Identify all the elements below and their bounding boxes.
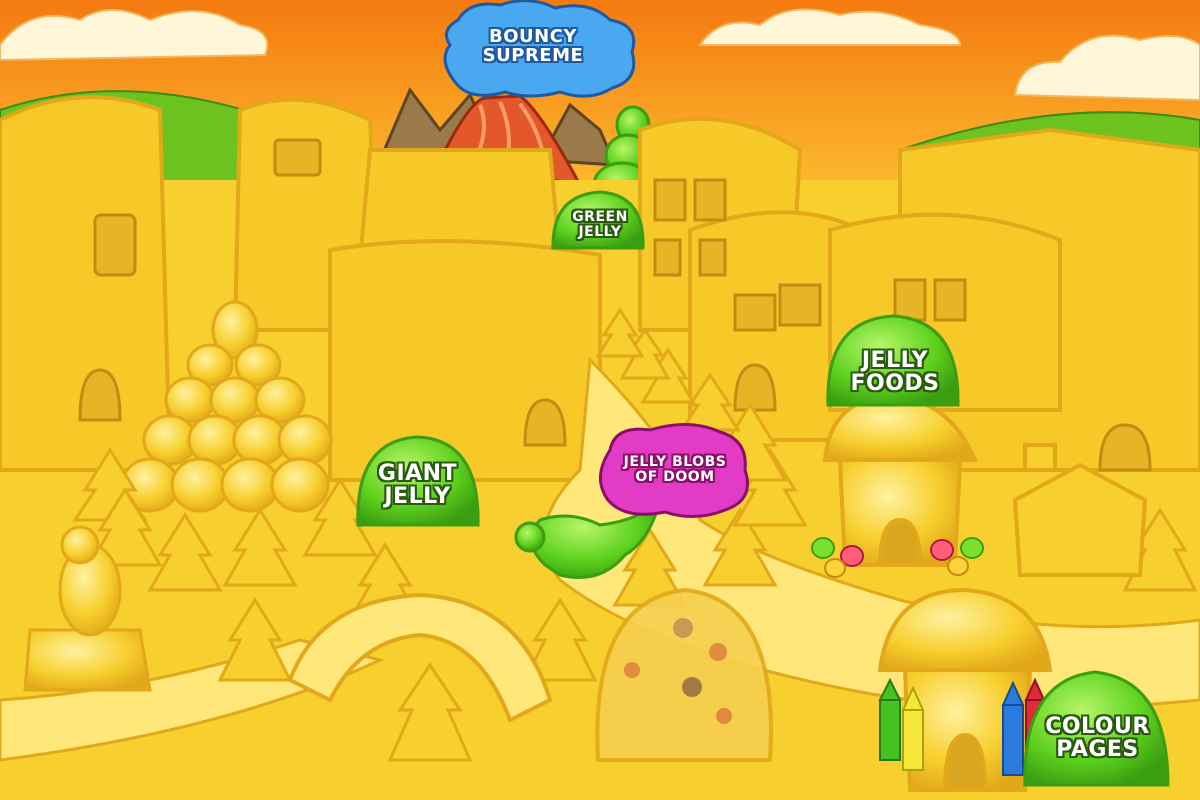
cloud-left (0, 9, 269, 62)
giant-jelly-label[interactable]: GIANT JELLY (360, 455, 475, 515)
green-jelly-label[interactable]: GREEN JELLY (560, 203, 640, 247)
jelly-world-scene (0, 0, 1200, 800)
bouncy-supreme-label[interactable]: BOUNCY SUPREME (468, 14, 598, 80)
jelly-foods-label[interactable]: JELLY FOODS (835, 340, 955, 404)
jelly-blobs-of-doom-label[interactable]: JELLY BLOBS OF DOOM (605, 445, 745, 495)
colour-pages-label[interactable]: COLOUR PAGES (1030, 705, 1165, 771)
